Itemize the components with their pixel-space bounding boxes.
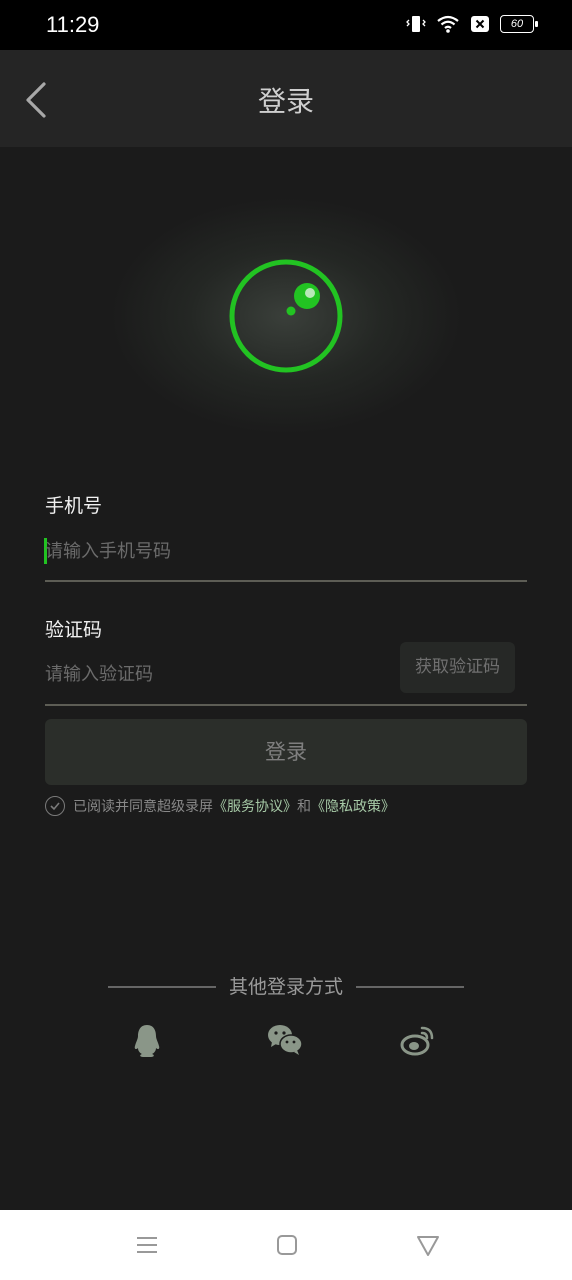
- home-icon[interactable]: [272, 1230, 302, 1260]
- divider-right: [356, 986, 464, 988]
- weibo-icon[interactable]: [400, 1022, 436, 1058]
- status-bar: 11:29 60: [0, 0, 572, 50]
- page-title: 登录: [257, 85, 314, 118]
- code-label: 验证码: [45, 619, 103, 641]
- wechat-icon[interactable]: [267, 1022, 303, 1058]
- qq-icon[interactable]: [129, 1022, 165, 1058]
- wifi-icon: [437, 15, 459, 33]
- vibrate-icon: [406, 16, 426, 32]
- get-code-button[interactable]: 获取验证码: [400, 642, 515, 693]
- battery-indicator: 60: [500, 15, 538, 33]
- app-logo: [111, 198, 461, 434]
- phone-label: 手机号: [45, 495, 103, 517]
- code-input[interactable]: [45, 652, 385, 696]
- system-nav-bar: [0, 1210, 572, 1280]
- agreement-text: 已阅读并同意超级录屏: [73, 799, 213, 815]
- service-agreement-link[interactable]: 《服务协议》: [213, 796, 297, 816]
- agreement-row: 已阅读并同意超级录屏 《服务协议》 和 《隐私政策》: [45, 796, 395, 816]
- code-underline: [45, 704, 527, 706]
- agreement-checkbox[interactable]: [45, 796, 65, 816]
- no-sim-icon: [471, 16, 489, 32]
- menu-icon[interactable]: [132, 1230, 162, 1260]
- back-triangle-icon[interactable]: [413, 1230, 443, 1260]
- header: 登录: [0, 50, 572, 147]
- status-icons: 60: [406, 14, 538, 34]
- status-time: 11:29: [46, 12, 100, 37]
- login-button[interactable]: 登录: [45, 719, 527, 785]
- check-icon: [50, 802, 60, 811]
- phone-underline: [45, 580, 527, 582]
- agreement-and: 和: [297, 799, 311, 815]
- privacy-policy-link[interactable]: 《隐私政策》: [311, 796, 395, 816]
- other-login-title: 其他登录方式: [228, 976, 343, 998]
- phone-input[interactable]: [45, 529, 527, 573]
